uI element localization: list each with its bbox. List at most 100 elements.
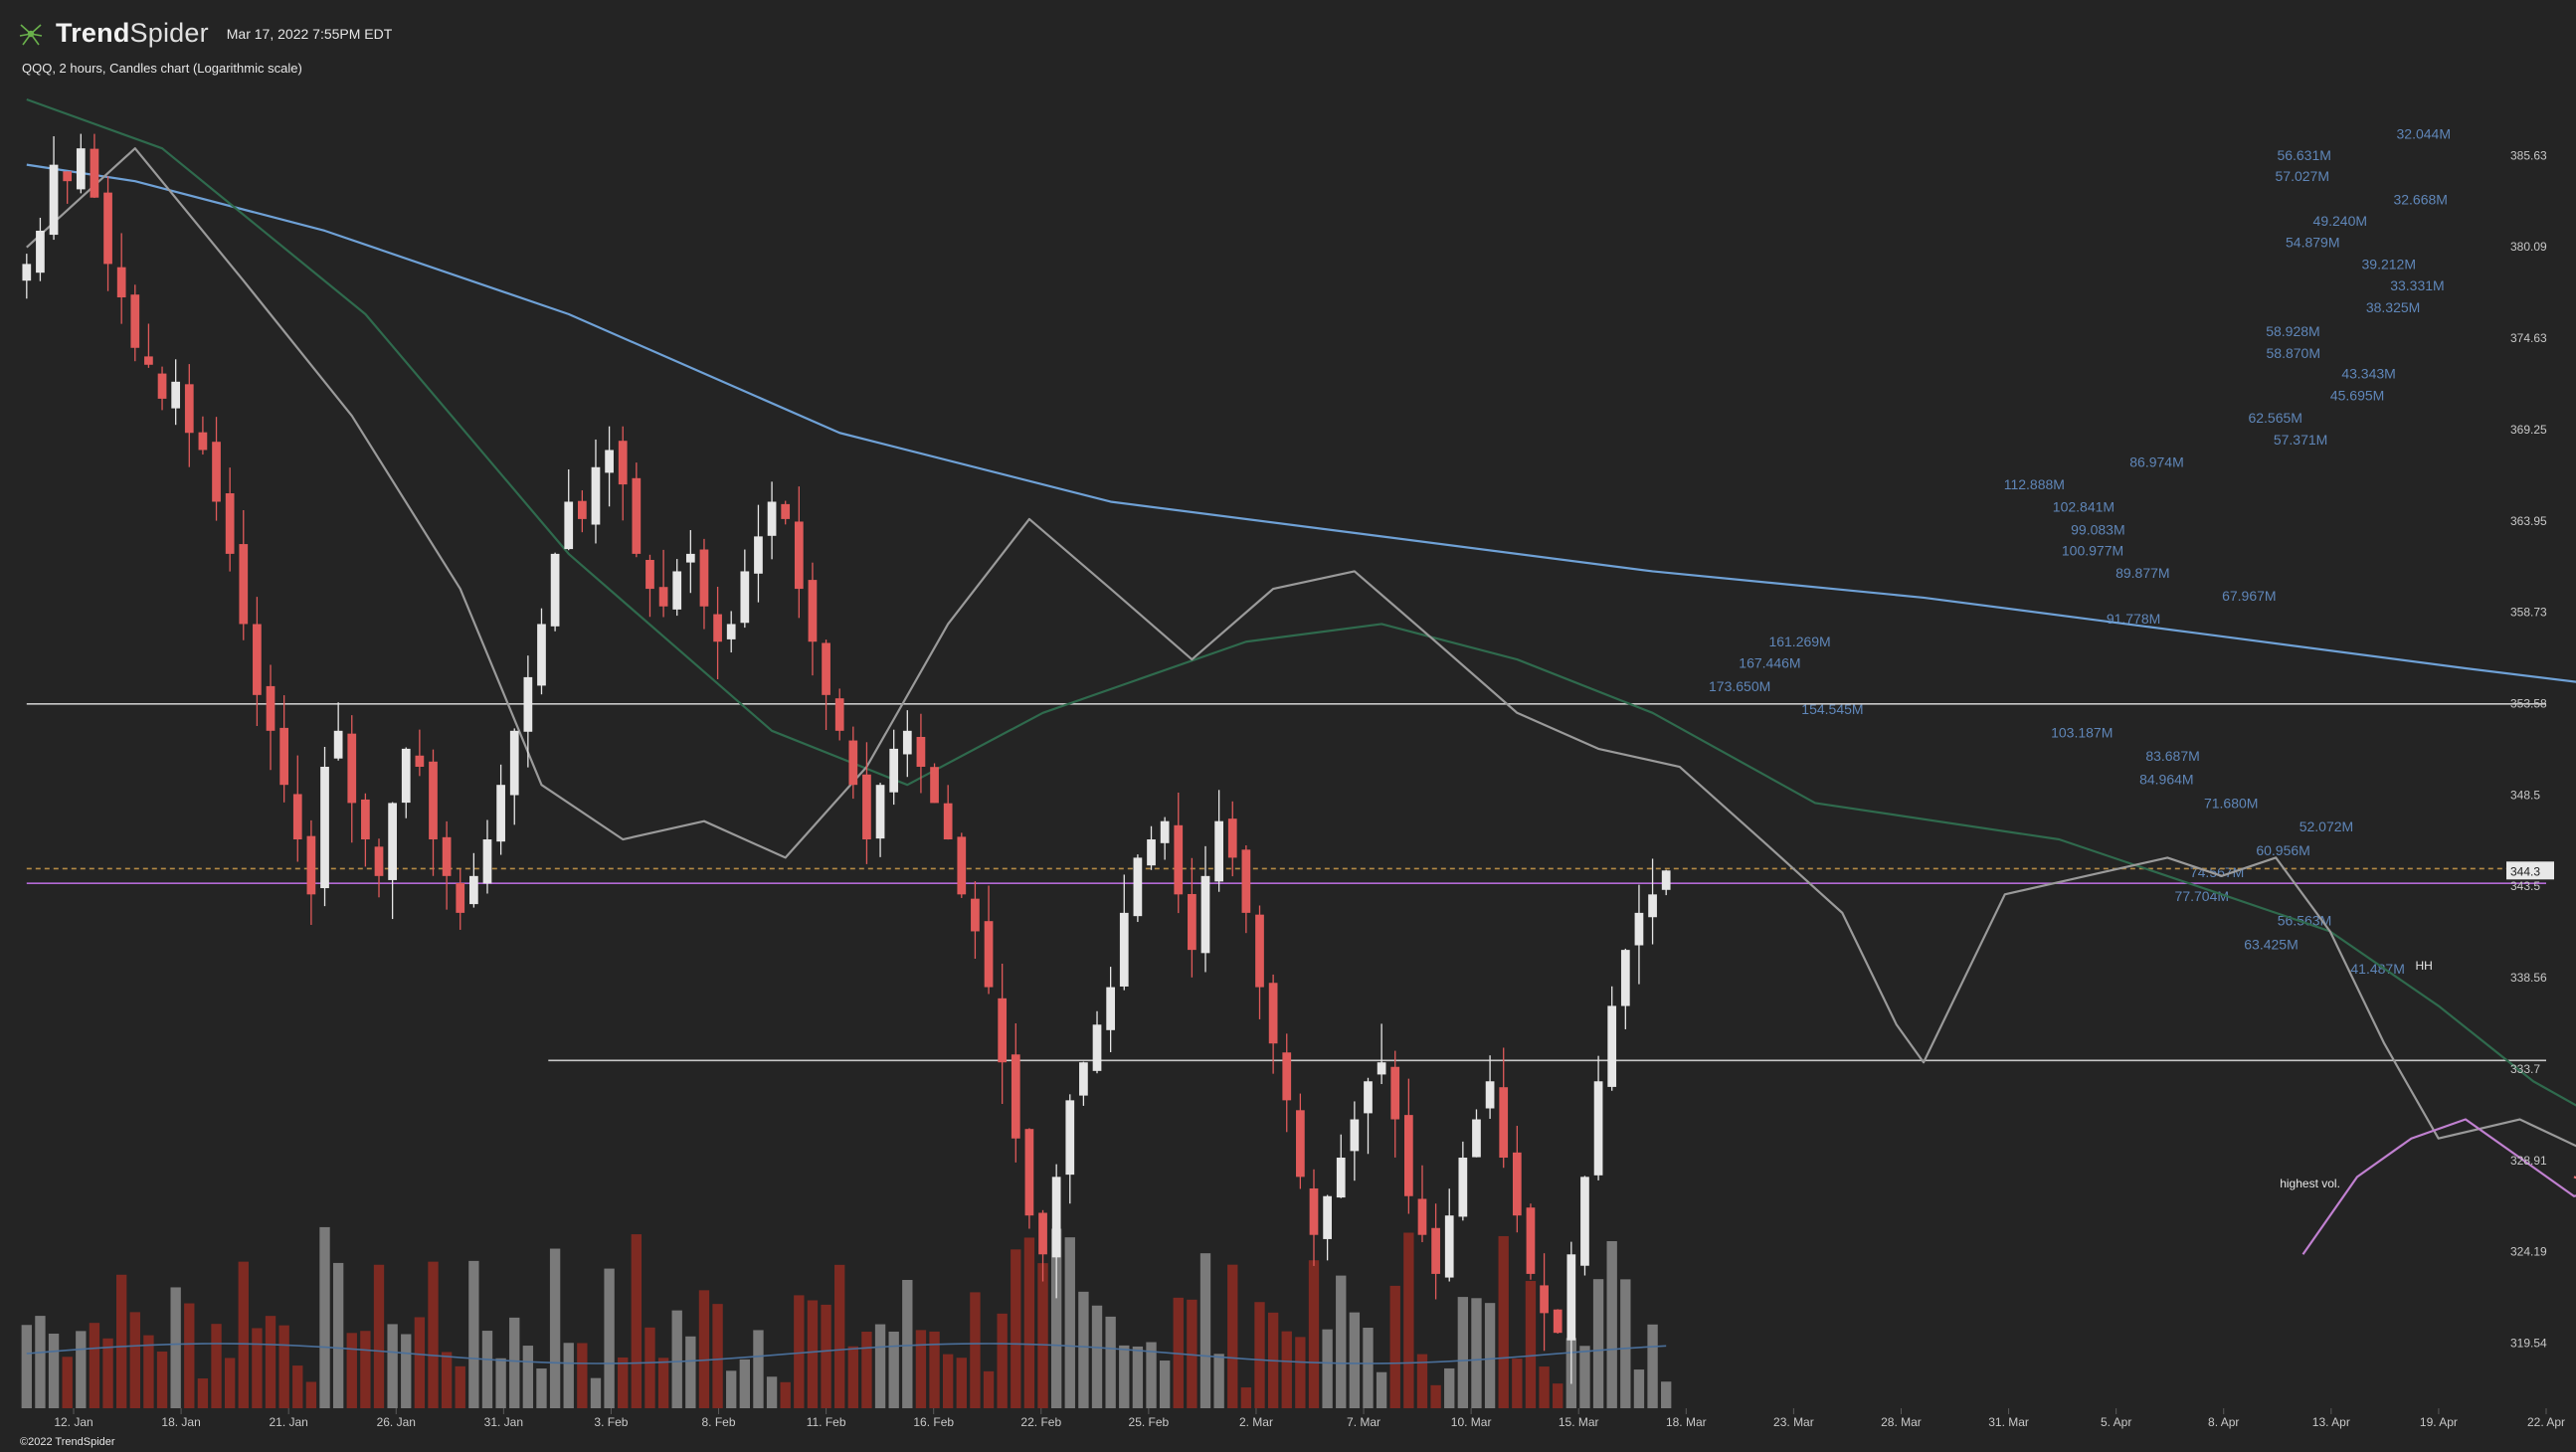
volume-bar (1037, 1263, 1048, 1408)
candle-body (1593, 1081, 1603, 1176)
volume-bar (156, 1352, 168, 1408)
volume-profile-label: 52.072M (2300, 818, 2353, 834)
volume-bar (1525, 1281, 1537, 1408)
volume-bar (455, 1365, 465, 1408)
candle-body (1485, 1081, 1495, 1109)
trendspider-logo-icon (19, 23, 43, 45)
moving-average-ma-50 (26, 97, 2576, 1107)
candle-body (523, 676, 533, 732)
volume-bar (428, 1261, 439, 1408)
volume-bar (970, 1292, 981, 1408)
volume-bar (536, 1368, 547, 1408)
candle-body (292, 794, 302, 840)
time-tick-label: 5. Apr (2101, 1415, 2131, 1429)
volume-bar (1363, 1328, 1374, 1408)
annotation-label: HH (2415, 959, 2432, 973)
volume-bar (1159, 1361, 1171, 1408)
volume-profile-label: 58.870M (2267, 345, 2320, 361)
volume-profile-label: 57.027M (2276, 168, 2329, 184)
volume-bar (1471, 1298, 1482, 1408)
volume-bar (346, 1333, 357, 1408)
candle-body (198, 432, 208, 451)
volume-bar (671, 1310, 682, 1408)
volume-bar (1078, 1291, 1089, 1408)
volume-bar (1199, 1253, 1211, 1408)
volume-bar (373, 1264, 385, 1408)
volume-bar (1512, 1359, 1523, 1408)
volume-profile-label: 38.325M (2366, 299, 2420, 315)
candle-body (76, 148, 86, 190)
time-tick-label: 8. Feb (702, 1415, 736, 1429)
volume-bar (211, 1324, 222, 1408)
volume-bar (48, 1333, 60, 1408)
volume-bar (577, 1343, 588, 1408)
volume-bar (821, 1304, 831, 1408)
candle-body (767, 501, 777, 536)
candle-body (1133, 857, 1143, 917)
candle-body (916, 736, 926, 768)
candle-body (361, 799, 370, 840)
volume-bars (21, 1226, 1672, 1408)
volume-bar (115, 1274, 127, 1408)
volume-bar (657, 1358, 669, 1408)
candle-body (781, 503, 791, 519)
volume-profile-label: 43.343M (2341, 365, 2395, 381)
volume-bar (184, 1303, 195, 1408)
price-tick-label: 374.63 (2510, 331, 2547, 345)
candle-body (1065, 1100, 1075, 1176)
candle-body (1309, 1187, 1319, 1235)
time-tick-label: 31. Jan (484, 1415, 523, 1429)
volume-bar (495, 1358, 506, 1408)
candle-body (848, 740, 858, 786)
volume-profile-label: 33.331M (2390, 277, 2444, 293)
candle-body (754, 536, 763, 574)
candle-body (1580, 1177, 1589, 1266)
candle-body (496, 785, 505, 842)
volume-bar (1633, 1369, 1645, 1408)
volume-profile-label: 83.687M (2145, 748, 2199, 764)
volume-profile-label: 167.446M (1739, 655, 1800, 671)
price-tick-label: 328.91 (2510, 1154, 2547, 1168)
copyright: ©2022 TrendSpider (20, 1436, 115, 1448)
volume-bar (1376, 1371, 1387, 1408)
annotation-label: highest vol. (2280, 1177, 2340, 1190)
candle-body (1648, 894, 1657, 918)
volume-profile-label: 112.888M (2004, 476, 2065, 492)
candle-body (1119, 912, 1129, 987)
price-tick-label: 343.5 (2510, 879, 2540, 893)
candle-body (537, 624, 546, 686)
candle-body (22, 264, 32, 281)
candle-body (456, 882, 465, 913)
candle-body (212, 442, 221, 502)
candle-body (347, 733, 357, 804)
candle-body (605, 450, 614, 473)
candle-body (1336, 1158, 1346, 1198)
volume-bar (1661, 1381, 1672, 1408)
candle-body (253, 624, 262, 695)
volume-profile-label: 39.212M (2362, 256, 2416, 272)
volume-bar (766, 1376, 778, 1408)
candle-body (49, 164, 59, 236)
candle-body (632, 477, 642, 554)
volume-bar (915, 1330, 927, 1408)
candle-body (266, 685, 276, 731)
volume-bar (874, 1324, 886, 1408)
volume-bar (1620, 1279, 1631, 1408)
volume-bar (618, 1357, 629, 1408)
candle-body (618, 441, 628, 485)
volume-bar (1539, 1366, 1550, 1408)
candlesticks (22, 133, 1671, 1384)
volume-bar (698, 1290, 710, 1408)
volume-bar (563, 1343, 574, 1408)
time-tick-label: 31. Mar (1988, 1415, 2029, 1429)
candle-body (469, 875, 478, 905)
volume-bar (807, 1300, 819, 1408)
candle-body (1390, 1066, 1400, 1120)
candle-body (1472, 1119, 1481, 1158)
volume-bar (780, 1381, 791, 1408)
price-chart[interactable]: 32.044M 56.631M 57.027M 32.668M 49.240M 54.87… (0, 0, 2576, 1452)
volume-bar (76, 1331, 87, 1408)
volume-bar (847, 1346, 858, 1408)
volume-bar (1132, 1346, 1144, 1408)
candle-body (577, 500, 587, 519)
